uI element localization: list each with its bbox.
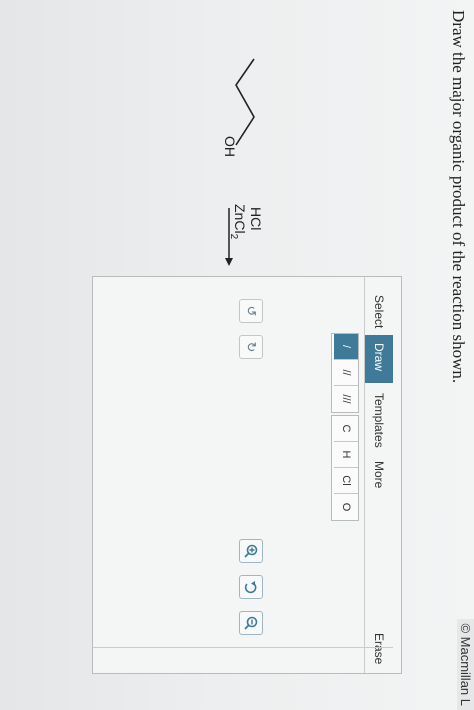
single-bond-tool[interactable]: / (334, 334, 358, 360)
zoom-in-button[interactable] (239, 539, 263, 563)
menu-draw[interactable]: Draw (365, 335, 393, 383)
menu-templates[interactable]: Templates (365, 385, 393, 456)
copyright-notice: © Macmillan L (457, 619, 474, 710)
drawing-editor[interactable]: Select Draw Templates More Erase / // //… (92, 276, 402, 674)
zoom-reset-button[interactable] (239, 575, 263, 599)
reagent-hcl: HCl (248, 207, 264, 231)
zoom-out-icon (244, 616, 258, 630)
menu-erase[interactable]: Erase (365, 625, 393, 672)
carbon-atom-tool[interactable]: C (334, 416, 358, 442)
menu-select[interactable]: Select (365, 287, 393, 336)
oxygen-atom-tool[interactable]: O (334, 494, 358, 520)
double-bond-tool[interactable]: // (334, 360, 358, 386)
menu-more[interactable]: More (365, 453, 393, 496)
carbon-chain (235, 58, 255, 146)
triple-bond-tool[interactable]: /// (334, 386, 358, 412)
zoom-out-button[interactable] (239, 611, 263, 635)
question-text: Draw the major organic product of the re… (449, 10, 468, 384)
hydrogen-atom-tool[interactable]: H (334, 442, 358, 468)
atom-toolbar: C H Cl O (331, 415, 359, 521)
bond-toolbar: / // /// (331, 333, 359, 413)
zoom-reset-icon (244, 581, 257, 594)
problem-page: © Macmillan L Draw the major organic pro… (0, 0, 474, 710)
redo-icon: ↻ (244, 341, 259, 353)
undo-icon: ↺ (244, 305, 259, 317)
reaction-arrow (225, 208, 233, 266)
editor-right-divider (93, 647, 393, 648)
hydroxyl-label: OH (222, 136, 238, 157)
chlorine-atom-tool[interactable]: Cl (334, 468, 358, 494)
zoom-in-icon (244, 544, 258, 558)
redo-button[interactable]: ↻ (239, 335, 263, 359)
undo-button[interactable]: ↺ (239, 299, 263, 323)
editor-menubar: Select Draw Templates More Erase (364, 277, 393, 673)
